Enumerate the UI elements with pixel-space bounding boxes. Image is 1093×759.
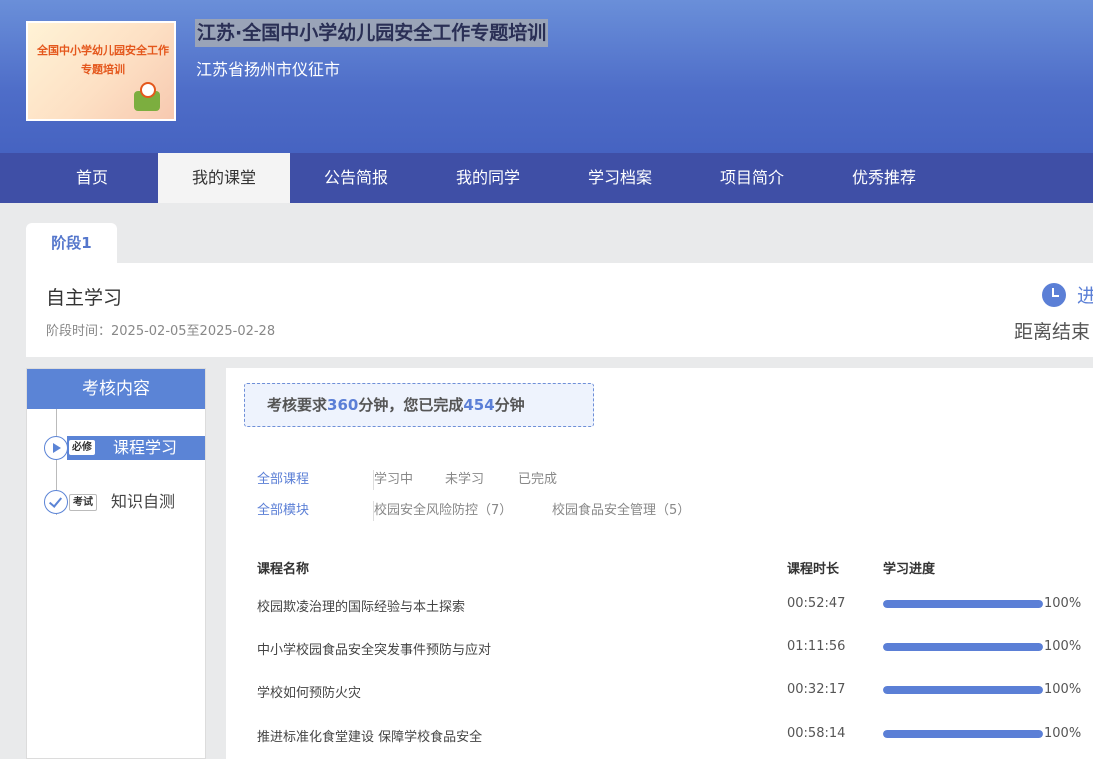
check-icon <box>44 490 68 514</box>
nav-item-announcements[interactable]: 公告简报 <box>290 153 422 203</box>
required-minutes: 360 <box>327 396 359 414</box>
stage-panel: 自主学习 阶段时间：2025-02-05至2025-02-28 进 距离结束 <box>26 263 1093 357</box>
tab-stage-1[interactable]: 阶段1 <box>26 223 117 263</box>
filter-module-food[interactable]: 校园食品安全管理（5） <box>552 501 690 521</box>
exam-tag: 考试 <box>69 494 97 511</box>
course-duration: 00:32:17 <box>787 682 846 697</box>
progress-fill <box>883 643 1043 651</box>
sidebar-header: 考核内容 <box>27 369 205 409</box>
course-panel: 考核要求360分钟，您已完成454分钟 全部课程 学习中 未学习 已完成 全部模… <box>226 368 1093 759</box>
progress-bar <box>883 600 1043 608</box>
filter-completed[interactable]: 已完成 <box>518 470 557 490</box>
completed-minutes: 454 <box>463 396 495 414</box>
table-row: 校园欺凌治理的国际经验与本土探索 00:52:47 100% <box>226 596 1093 616</box>
logo-text: 全国中小学幼儿园安全工作专题培训 <box>37 44 169 76</box>
requirement-suffix: 分钟 <box>494 396 525 414</box>
nav-item-home[interactable]: 首页 <box>26 153 158 203</box>
column-header-progress: 学习进度 <box>883 562 936 577</box>
table-row: 推进标准化食堂建设 保障学校食品安全 00:58:14 100% <box>226 726 1093 746</box>
sidebar-item-label: 课程学习 <box>113 438 178 457</box>
course-duration: 00:58:14 <box>787 726 846 741</box>
requirement-box: 考核要求360分钟，您已完成454分钟 <box>244 383 594 427</box>
filter-all-courses[interactable]: 全部课程 <box>257 470 309 490</box>
filter-all-modules[interactable]: 全部模块 <box>257 501 309 521</box>
progress-bar <box>883 643 1043 651</box>
progress-percent: 100% <box>1044 726 1082 741</box>
assessment-sidebar: 考核内容 必修 课程学习 考试 知识自测 <box>26 368 206 759</box>
logo-illustration <box>134 82 160 111</box>
clock-icon <box>1042 283 1066 307</box>
nav-item-learning-records[interactable]: 学习档案 <box>554 153 686 203</box>
stage-title: 自主学习 <box>46 287 123 309</box>
play-icon <box>44 436 68 460</box>
nav-item-project-intro[interactable]: 项目简介 <box>686 153 818 203</box>
filter-module-risk[interactable]: 校园安全风险防控（7） <box>374 501 512 521</box>
course-duration: 00:52:47 <box>787 596 846 611</box>
project-logo: 全国中小学幼儿园安全工作专题培训 <box>26 21 176 121</box>
course-name[interactable]: 学校如何预防火灾 <box>257 682 361 701</box>
requirement-middle: 分钟，您已完成 <box>358 396 464 414</box>
main-nav: 首页 我的课堂 公告简报 我的同学 学习档案 项目简介 优秀推荐 <box>0 153 1093 203</box>
progress-bar <box>883 730 1043 738</box>
project-location: 江苏省扬州市仪征市 <box>196 60 341 79</box>
course-name[interactable]: 校园欺凌治理的国际经验与本土探索 <box>257 596 465 615</box>
progress-fill <box>883 686 1043 694</box>
progress-percent: 100% <box>1044 596 1082 611</box>
stage-status: 进 <box>1077 285 1093 307</box>
table-row: 学校如何预防火灾 00:32:17 100% <box>226 682 1093 702</box>
nav-item-my-classroom[interactable]: 我的课堂 <box>158 153 290 203</box>
project-title: 江苏·全国中小学幼儿园安全工作专题培训 <box>195 19 549 47</box>
progress-fill <box>883 730 1043 738</box>
stage-time: 阶段时间：2025-02-05至2025-02-28 <box>46 324 276 339</box>
column-header-duration: 课程时长 <box>787 562 840 577</box>
countdown-label: 距离结束 <box>1014 321 1091 343</box>
progress-percent: 100% <box>1044 682 1082 697</box>
sidebar-item-label: 知识自测 <box>111 492 176 511</box>
site-header: 全国中小学幼儿园安全工作专题培训 江苏·全国中小学幼儿园安全工作专题培训 江苏省… <box>0 0 1093 153</box>
progress-fill <box>883 600 1043 608</box>
sidebar-item-course-study[interactable]: 必修 课程学习 <box>27 436 205 462</box>
course-name[interactable]: 中小学校园食品安全突发事件预防与应对 <box>257 639 491 658</box>
nav-item-recommendations[interactable]: 优秀推荐 <box>818 153 950 203</box>
table-row: 中小学校园食品安全突发事件预防与应对 01:11:56 100% <box>226 639 1093 659</box>
progress-percent: 100% <box>1044 639 1082 654</box>
nav-item-classmates[interactable]: 我的同学 <box>422 153 554 203</box>
course-duration: 01:11:56 <box>787 639 846 654</box>
required-tag: 必修 <box>69 440 95 455</box>
sidebar-item-knowledge-test[interactable]: 考试 知识自测 <box>27 490 205 516</box>
course-name[interactable]: 推进标准化食堂建设 保障学校食品安全 <box>257 726 482 745</box>
column-header-name: 课程名称 <box>257 562 310 577</box>
filter-not-started[interactable]: 未学习 <box>445 470 484 490</box>
filter-in-progress[interactable]: 学习中 <box>374 470 413 490</box>
progress-bar <box>883 686 1043 694</box>
requirement-prefix: 考核要求 <box>267 396 328 414</box>
